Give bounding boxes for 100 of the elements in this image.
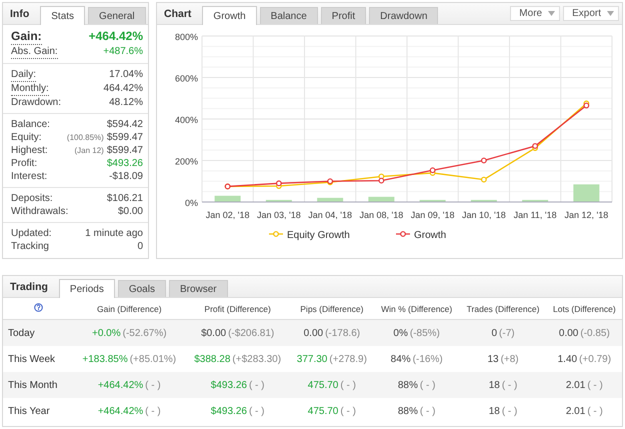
cell-difference: ( - ) [502, 380, 518, 390]
stat-value: $599.47 [106, 144, 143, 157]
cell-difference: (-178.6) [325, 328, 360, 338]
axis-label: Jan 10, '18 [462, 210, 506, 220]
cell-difference: (+$283.30) [232, 354, 282, 364]
stat-label: Abs. Gain: [11, 45, 58, 59]
panel-title: Info [9, 8, 30, 22]
cell-value: 1.40 [558, 354, 578, 364]
axis-label: Jan 12, '18 [564, 210, 608, 220]
stat-label: Deposits: [11, 192, 53, 205]
cell-difference: (+0.79) [579, 354, 612, 364]
column-header: Win % (Difference) [381, 304, 452, 314]
cell-value: $0.00 [201, 328, 226, 338]
column-header: Gain (Difference) [96, 304, 162, 314]
cell-difference: ( - ) [420, 406, 436, 416]
panel-title: Chart [163, 8, 192, 22]
stat-value: 17.04% [109, 68, 143, 81]
cell-difference: (-7) [499, 328, 515, 338]
row-label: Today [8, 328, 35, 338]
stat-label: Balance: [11, 118, 50, 131]
stat-value: -$18.09 [109, 170, 143, 183]
row-label: This Year [8, 406, 50, 416]
cell-difference: (-16%) [412, 354, 443, 364]
cell-value: 475.70 [308, 406, 338, 416]
cell-value: 88% [398, 406, 418, 416]
cell-difference: ( - ) [340, 406, 356, 416]
axis-label: Jan 03, '18 [257, 210, 301, 220]
cell-difference: ( - ) [248, 380, 264, 390]
stat-value: 0 [137, 240, 143, 253]
cell-value: 84% [390, 354, 411, 364]
axis-label: Jan 02, '18 [206, 210, 250, 220]
axis-label: 0% [184, 198, 198, 208]
stat-label: Profit: [11, 157, 38, 170]
cell-difference: ( - ) [587, 380, 603, 390]
cell-value: 0 [491, 328, 498, 338]
axis-label: Jan 09, '18 [410, 210, 454, 220]
cell-difference: ( - ) [340, 380, 356, 390]
axis-label: Jan 08, '18 [360, 210, 404, 220]
cell-value: $388.28 [194, 354, 230, 364]
stat-label: Withdrawals: [11, 205, 68, 218]
legend-label: Growth [414, 230, 446, 241]
stat-note: (Jan 12) [74, 145, 104, 157]
cell-value: 0.00 [304, 328, 324, 338]
cell-difference: (-0.85) [580, 328, 610, 338]
stat-label: Gain: [11, 29, 42, 45]
stat-value: $493.26 [106, 157, 143, 170]
row-label: This Week [8, 354, 56, 364]
stat-value: 48.12% [109, 96, 143, 109]
cell-value: $493.26 [210, 406, 247, 416]
stat-value: 464.42% [104, 82, 143, 95]
stat-value: $599.47 [106, 131, 143, 144]
cell-difference: ( - ) [420, 380, 436, 390]
stat-label: Drawdown: [11, 96, 62, 109]
row-label: This Month [8, 380, 58, 390]
axis-label: Jan 11, '18 [514, 210, 557, 220]
axis-label: 400% [174, 115, 198, 125]
axis-label: 600% [174, 74, 198, 84]
cell-difference: ( - ) [248, 406, 264, 416]
cell-difference: (-85%) [410, 328, 440, 338]
cell-value: 18 [488, 406, 500, 416]
cell-value: 377.30 [296, 354, 328, 364]
stat-label: Highest: [11, 144, 48, 157]
cell-value: +0.0% [92, 328, 121, 338]
axis-label: 800% [174, 32, 198, 42]
cell-difference: (+85.01%) [130, 354, 176, 364]
cell-value: 0% [393, 328, 408, 338]
legend-label: Equity Growth [287, 230, 350, 241]
stat-label: Monthly: [11, 82, 49, 96]
stat-value: +464.42% [88, 29, 143, 44]
stat-note: (100.85%) [66, 132, 104, 144]
stat-value: +487.6% [103, 45, 143, 58]
cell-difference: ( - ) [587, 406, 603, 416]
cell-value: $493.26 [210, 380, 247, 390]
stat-value: $594.42 [106, 118, 143, 131]
cell-difference: (+8) [500, 354, 519, 364]
cell-value: 88% [398, 380, 418, 390]
panel-title: Trading [9, 281, 49, 295]
stat-value: 1 minute ago [85, 227, 143, 240]
column-header: Trades (Difference) [466, 304, 540, 314]
stat-value: $0.00 [118, 205, 143, 218]
stat-label: Interest: [11, 170, 48, 183]
axis-label: 200% [174, 156, 198, 166]
cell-difference: ( - ) [502, 406, 518, 416]
column-header: Profit (Difference) [204, 304, 271, 314]
cell-value: +183.85% [82, 354, 128, 364]
column-header: Lots (Difference) [553, 304, 616, 314]
cell-difference: (+278.9) [329, 354, 367, 364]
stat-value: $106.21 [106, 192, 143, 205]
cell-value: 18 [488, 380, 500, 390]
cell-value: +464.42% [98, 406, 144, 416]
cell-value: 2.01 [566, 406, 586, 416]
cell-value: 2.01 [566, 380, 586, 390]
axis-label: Jan 04, '18 [308, 210, 352, 220]
stat-label: Equity: [11, 131, 42, 144]
cell-value: 13 [487, 354, 499, 364]
cell-difference: ( - ) [145, 380, 161, 390]
column-header: Pips (Difference) [300, 304, 364, 314]
cell-value: +464.42% [98, 380, 144, 390]
stat-label: Tracking [11, 240, 49, 253]
cell-difference: (-52.67%) [122, 328, 167, 338]
